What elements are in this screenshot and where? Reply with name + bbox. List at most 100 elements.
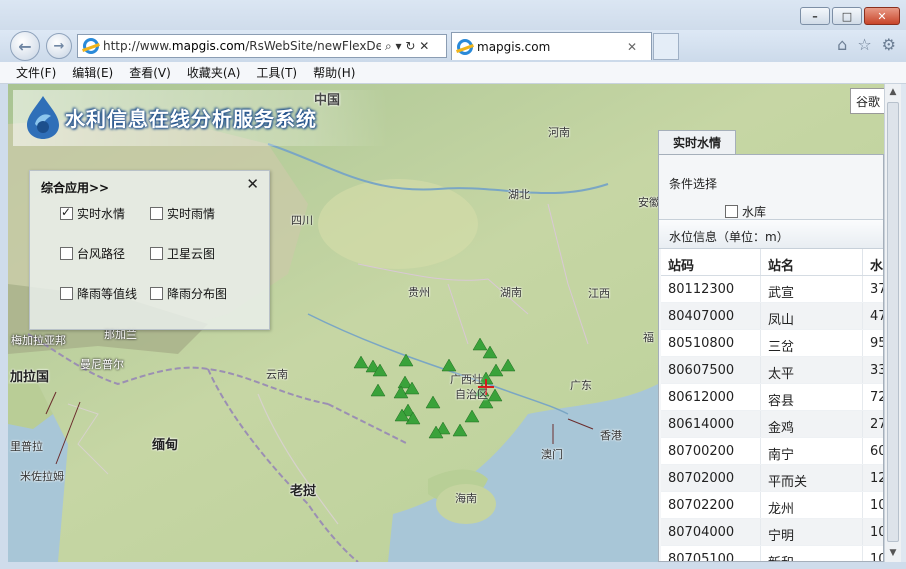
scroll-up-arrow-icon[interactable]: ▲ [885,84,901,100]
map-label-laos: 老挝 [290,484,317,499]
address-controls[interactable]: ⌕ ▾ ↻ ✕ [385,39,429,54]
table-row[interactable]: 80705100新和10 [661,546,883,561]
map-label-yunnan: 云南 [266,368,288,381]
map-label-guangxi-2: 自治区 [455,388,488,401]
close-window-button[interactable]: ✕ [864,7,900,25]
menu-bar: 文件(F) 编辑(E) 查看(V) 收藏夹(A) 工具(T) 帮助(H) [0,62,906,84]
map-label-hainan: 海南 [455,492,477,505]
checkbox-unchecked-icon [725,205,738,218]
menu-tools[interactable]: 工具(T) [248,64,305,81]
back-button[interactable]: ← [10,31,40,61]
table-row[interactable]: 80612000容县72 [661,384,883,411]
favorites-star-icon[interactable]: ☆ [857,35,871,54]
cell-code: 80700200 [661,438,761,464]
cell-code: 80704000 [661,519,761,545]
scroll-down-arrow-icon[interactable]: ▼ [885,545,901,561]
map-label-mizoram: 米佐拉姆 [20,470,64,483]
cell-name: 龙州 [761,492,863,518]
menu-favorites[interactable]: 收藏夹(A) [179,64,249,81]
cell-level: 47 [863,303,883,329]
map-label-guangxi-1: 广西壮 [450,373,483,386]
map-label-macau: 澳门 [541,448,563,461]
cell-code: 80702000 [661,465,761,491]
address-bar[interactable]: http://www.mapgis.com/RsWebSite/newFlexD… [77,34,447,58]
minimize-icon: – [812,9,818,23]
home-icon[interactable]: ⌂ [837,35,847,54]
table-row[interactable]: 80510800三岔95 [661,330,883,357]
option-label: 降雨等值线 [77,287,138,301]
cell-name: 武宣 [761,276,863,302]
map-label-hunan: 湖南 [500,286,522,299]
cell-level: 37 [863,276,883,302]
panel-close-icon[interactable]: ✕ [246,175,259,193]
browser-tab[interactable]: mapgis.com ✕ [451,32,652,60]
table-header-row: 站码 站名 水 [661,249,883,276]
menu-help[interactable]: 帮助(H) [305,64,363,81]
page-vertical-scrollbar[interactable]: ▲ ▼ [884,84,901,562]
window-frame-left [0,84,8,562]
checkbox-rain-isoline[interactable]: 降雨等值线 [60,285,137,302]
map-type-google-button[interactable]: 谷歌 [850,88,884,114]
column-header-station-name[interactable]: 站名 [761,249,863,275]
cell-name: 平而关 [761,465,863,491]
cell-level: 10 [863,519,883,545]
column-header-station-code[interactable]: 站码 [661,249,761,275]
checkbox-satellite-cloud[interactable]: 卫星云图 [150,245,215,262]
option-label: 降雨分布图 [167,287,228,301]
condition-title: 条件选择 [669,177,718,191]
map-label-hongkong: 香港 [600,429,622,442]
cell-code: 80112300 [661,276,761,302]
water-drop-logo-icon [27,96,59,139]
menu-file[interactable]: 文件(F) [8,64,64,81]
checkbox-reservoir[interactable]: 水库 [725,203,766,220]
address-url[interactable]: http://www.mapgis.com/RsWebSite/newFlexD… [103,39,381,53]
address-host: mapgis.com [171,39,246,53]
settings-gear-icon[interactable]: ⚙ [882,35,896,54]
checkbox-rain-distribution[interactable]: 降雨分布图 [150,285,227,302]
app-title-banner: 水利信息在线分析服务系统 [13,90,388,146]
water-level-table: 站码 站名 水 80112300武宣37 80407000凤山47 805108… [661,249,883,561]
map-label-myanmar: 缅甸 [152,438,179,453]
map-label-meghalaya: 梅加拉亚邦 [11,334,66,347]
tab-realtime-water[interactable]: 实时水情 [658,130,736,154]
table-row[interactable]: 80704000宁明10 [661,519,883,546]
map-label-guangdong: 广东 [570,379,592,392]
forward-button[interactable]: → [46,33,72,59]
new-tab-button[interactable] [653,33,679,60]
map-view[interactable]: 中国 河南 湖北 安徽 四川 贵州 湖南 江西 福 云南 广西壮 自治区 广东 … [8,84,884,562]
cell-name: 宁明 [761,519,863,545]
table-row[interactable]: 80112300武宣37 [661,276,883,303]
checkbox-typhoon-path[interactable]: 台风路径 [60,245,125,262]
table-row[interactable]: 80407000凤山47 [661,303,883,330]
table-row[interactable]: 80614000金鸡27 [661,411,883,438]
menu-view[interactable]: 查看(V) [121,64,179,81]
cell-name: 三岔 [761,330,863,356]
panel-heading: 综合应用>> [41,181,110,195]
navigation-bar: ← → http://www.mapgis.com/RsWebSite/newF… [0,30,906,62]
browser-tools: ⌂ ☆ ⚙ [837,35,896,54]
checkbox-realtime-water[interactable]: 实时水情 [60,205,125,222]
column-header-water-level[interactable]: 水 [863,249,883,275]
table-row[interactable]: 80702200龙州10 [661,492,883,519]
cell-name: 太平 [761,357,863,383]
cell-name: 金鸡 [761,411,863,437]
map-label-hubei: 湖北 [508,188,530,201]
checkbox-realtime-rain[interactable]: 实时雨情 [150,205,215,222]
cell-name: 容县 [761,384,863,410]
cell-level: 72 [863,384,883,410]
scrollbar-thumb[interactable] [887,102,899,542]
minimize-button[interactable]: – [800,7,830,25]
menu-edit[interactable]: 编辑(E) [64,64,121,81]
cell-level: 10 [863,546,883,561]
tab-close-icon[interactable]: ✕ [627,40,637,54]
option-label: 实时雨情 [167,207,216,221]
map-label-fujian: 福 [643,331,654,344]
cell-code: 80612000 [661,384,761,410]
app-title: 水利信息在线分析服务系统 [65,107,317,131]
ie-logo-icon [83,38,99,54]
maximize-button[interactable]: □ [832,7,862,25]
table-row[interactable]: 80700200南宁60 [661,438,883,465]
cell-level: 60 [863,438,883,464]
table-row[interactable]: 80702000平而关12 [661,465,883,492]
table-row[interactable]: 80607500太平33 [661,357,883,384]
